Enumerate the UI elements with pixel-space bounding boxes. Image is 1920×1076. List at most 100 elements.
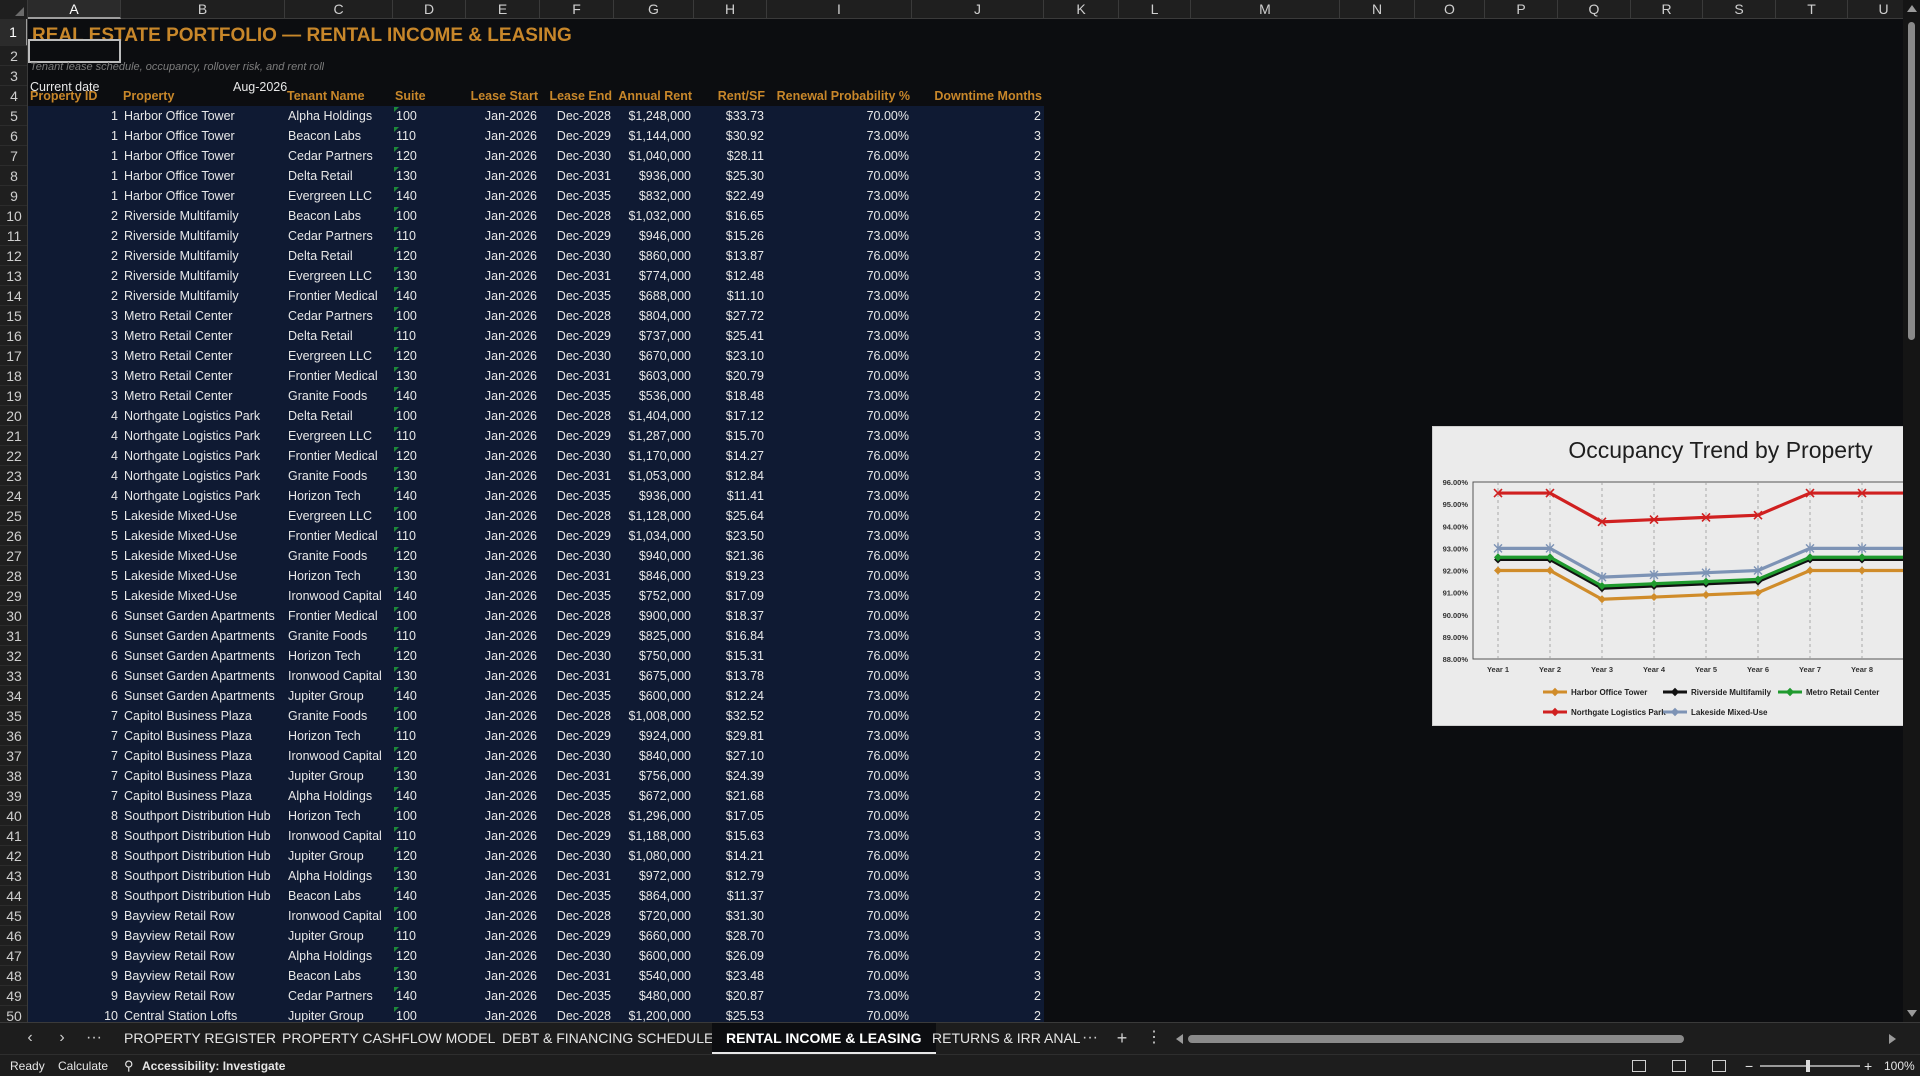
row-header-18[interactable]: 18 [0, 366, 27, 386]
cell-annual-rent[interactable]: $804,000 [617, 306, 691, 326]
cell-annual-rent[interactable]: $972,000 [617, 866, 691, 886]
cell-rent-sf[interactable]: $28.70 [697, 926, 764, 946]
cell-suite[interactable]: 100 [396, 306, 463, 326]
cell-downtime-months[interactable]: 2 [915, 286, 1041, 306]
row-header-25[interactable]: 25 [0, 506, 27, 526]
row-header-44[interactable]: 44 [0, 886, 27, 906]
cell-property-id[interactable]: 7 [31, 786, 118, 806]
column-header-q[interactable]: Q [1558, 0, 1631, 19]
cell-lease-end[interactable]: Dec-2030 [543, 246, 611, 266]
cell-suite[interactable]: 130 [396, 566, 463, 586]
cell-renewal-probability[interactable]: 73.00% [770, 326, 909, 346]
cell-property[interactable]: Riverside Multifamily [124, 246, 282, 266]
sheet-tab-debt-financing-schedule[interactable]: DEBT & FINANCING SCHEDULE [488, 1023, 727, 1055]
header-annual-rent[interactable]: Annual Rent [616, 86, 692, 106]
cell-suite[interactable]: 100 [396, 906, 463, 926]
cell-property-id[interactable]: 2 [31, 266, 118, 286]
cell-suite[interactable]: 140 [396, 186, 463, 206]
cell-rent-sf[interactable]: $18.48 [697, 386, 764, 406]
cell-annual-rent[interactable]: $1,404,000 [617, 406, 691, 426]
cell-property-id[interactable]: 8 [31, 826, 118, 846]
cell-property-id[interactable]: 9 [31, 906, 118, 926]
worksheet-grid[interactable]: REAL ESTATE PORTFOLIO — RENTAL INCOME & … [28, 19, 1903, 1022]
cell-suite[interactable]: 120 [396, 846, 463, 866]
cell-lease-end[interactable]: Dec-2031 [543, 266, 611, 286]
cell-renewal-probability[interactable]: 73.00% [770, 226, 909, 246]
cell-suite[interactable]: 100 [396, 406, 463, 426]
cell-lease-start[interactable]: Jan-2026 [469, 786, 537, 806]
cell-renewal-probability[interactable]: 73.00% [770, 126, 909, 146]
cell-annual-rent[interactable]: $774,000 [617, 266, 691, 286]
cell-downtime-months[interactable]: 2 [915, 986, 1041, 1006]
header-property[interactable]: Property [123, 86, 283, 106]
cell-annual-rent[interactable]: $1,053,000 [617, 466, 691, 486]
cell-suite[interactable]: 140 [396, 586, 463, 606]
cell-rent-sf[interactable]: $13.87 [697, 246, 764, 266]
cell-property[interactable]: Metro Retail Center [124, 306, 282, 326]
cell-annual-rent[interactable]: $1,008,000 [617, 706, 691, 726]
cell-rent-sf[interactable]: $18.37 [697, 606, 764, 626]
cell-suite[interactable]: 120 [396, 646, 463, 666]
cell-rent-sf[interactable]: $23.48 [697, 966, 764, 986]
cell-property[interactable]: Harbor Office Tower [124, 106, 282, 126]
cell-property-id[interactable]: 1 [31, 106, 118, 126]
cell-rent-sf[interactable]: $15.26 [697, 226, 764, 246]
cell-property[interactable]: Bayview Retail Row [124, 986, 282, 1006]
cell-annual-rent[interactable]: $864,000 [617, 886, 691, 906]
cell-tenant-name[interactable]: Granite Foods [288, 466, 390, 486]
cell-property-id[interactable]: 2 [31, 226, 118, 246]
cell-property-id[interactable]: 8 [31, 866, 118, 886]
column-header-f[interactable]: F [540, 0, 614, 19]
cell-tenant-name[interactable]: Granite Foods [288, 386, 390, 406]
row-header-35[interactable]: 35 [0, 706, 27, 726]
cell-renewal-probability[interactable]: 76.00% [770, 946, 909, 966]
cell-property[interactable]: Bayview Retail Row [124, 946, 282, 966]
cell-suite[interactable]: 100 [396, 706, 463, 726]
cell-downtime-months[interactable]: 2 [915, 246, 1041, 266]
cell-rent-sf[interactable]: $19.23 [697, 566, 764, 586]
column-header-o[interactable]: O [1415, 0, 1485, 19]
cell-suite[interactable]: 120 [396, 346, 463, 366]
row-header-48[interactable]: 48 [0, 966, 27, 986]
cell-renewal-probability[interactable]: 70.00% [770, 766, 909, 786]
cell-lease-start[interactable]: Jan-2026 [469, 946, 537, 966]
row-header-20[interactable]: 20 [0, 406, 27, 426]
cell-downtime-months[interactable]: 2 [915, 806, 1041, 826]
cell-annual-rent[interactable]: $1,287,000 [617, 426, 691, 446]
cell-property-id[interactable]: 3 [31, 346, 118, 366]
cell-property[interactable]: Lakeside Mixed-Use [124, 566, 282, 586]
cell-rent-sf[interactable]: $21.36 [697, 546, 764, 566]
cell-annual-rent[interactable]: $670,000 [617, 346, 691, 366]
cell-lease-start[interactable]: Jan-2026 [469, 726, 537, 746]
cell-property-id[interactable]: 10 [31, 1006, 118, 1022]
header-downtime-months[interactable]: Downtime Months [914, 86, 1042, 106]
row-header-15[interactable]: 15 [0, 306, 27, 326]
cell-lease-start[interactable]: Jan-2026 [469, 926, 537, 946]
cell-downtime-months[interactable]: 3 [915, 326, 1041, 346]
cell-property-id[interactable]: 4 [31, 466, 118, 486]
cell-suite[interactable]: 100 [396, 106, 463, 126]
column-header-k[interactable]: K [1044, 0, 1119, 19]
cell-rent-sf[interactable]: $15.63 [697, 826, 764, 846]
row-header-16[interactable]: 16 [0, 326, 27, 346]
column-header-b[interactable]: B [121, 0, 285, 19]
cell-annual-rent[interactable]: $832,000 [617, 186, 691, 206]
row-header-9[interactable]: 9 [0, 186, 27, 206]
row-header-28[interactable]: 28 [0, 566, 27, 586]
cell-annual-rent[interactable]: $480,000 [617, 986, 691, 1006]
cell-downtime-months[interactable]: 2 [915, 486, 1041, 506]
cell-suite[interactable]: 130 [396, 866, 463, 886]
add-sheet-icon[interactable]: + [1108, 1023, 1136, 1055]
cell-downtime-months[interactable]: 2 [915, 306, 1041, 326]
cell-annual-rent[interactable]: $600,000 [617, 946, 691, 966]
cell-property-id[interactable]: 6 [31, 606, 118, 626]
cell-suite[interactable]: 100 [396, 806, 463, 826]
column-header-i[interactable]: I [767, 0, 912, 19]
cell-tenant-name[interactable]: Evergreen LLC [288, 266, 390, 286]
cell-rent-sf[interactable]: $12.48 [697, 266, 764, 286]
cell-downtime-months[interactable]: 3 [915, 366, 1041, 386]
row-header-4[interactable]: 4 [0, 86, 27, 106]
zoom-slider-thumb[interactable] [1806, 1060, 1810, 1072]
cell-tenant-name[interactable]: Ironwood Capital [288, 746, 390, 766]
cell-renewal-probability[interactable]: 76.00% [770, 146, 909, 166]
